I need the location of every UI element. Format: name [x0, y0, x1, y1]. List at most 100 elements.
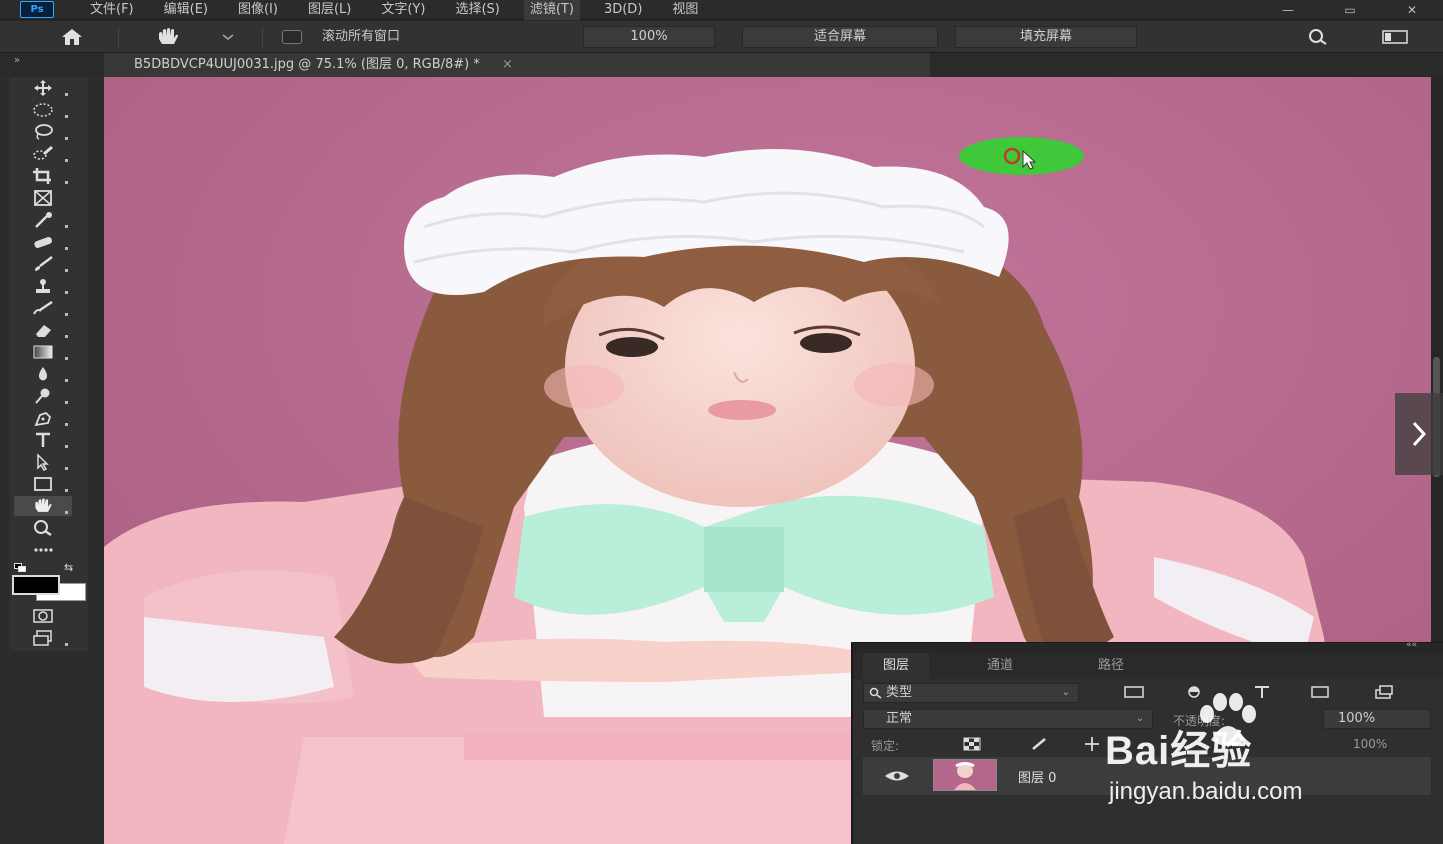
layer-filter-value: 类型 [886, 685, 913, 700]
hand-icon [159, 28, 178, 44]
smart-object-filter-icon[interactable] [1373, 685, 1395, 699]
hand-icon [35, 498, 52, 512]
scroll-all-checkbox[interactable] [282, 30, 302, 44]
workspace-button[interactable] [1370, 25, 1420, 49]
zoom-value-field[interactable]: 100% [583, 26, 715, 48]
tab-paths[interactable]: 路径 [1098, 653, 1124, 679]
blur-tool[interactable] [14, 364, 72, 384]
quick-selection-tool[interactable] [14, 144, 72, 164]
menu-file[interactable]: 文件(F) [90, 0, 134, 20]
lock-transparent-pixels-icon[interactable] [963, 737, 981, 751]
tab-channels[interactable]: 通道 [987, 653, 1013, 679]
lock-image-pixels-icon[interactable] [1029, 737, 1047, 751]
menu-bar: Ps 文件(F) 编辑(E) 图像(I) 图层(L) 文字(Y) 选择(S) 滤… [0, 0, 1443, 20]
type-tool[interactable] [14, 430, 72, 450]
eraser-tool[interactable] [14, 320, 72, 340]
marquee-tool[interactable] [14, 100, 72, 120]
search-icon [869, 687, 882, 699]
blend-mode-select[interactable]: 正常 ⌄ [863, 709, 1153, 729]
brush-tool[interactable] [14, 254, 72, 274]
menu-3d[interactable]: 3D(D) [604, 0, 642, 20]
scroll-all-label: 滚动所有窗口 [322, 29, 401, 44]
swap-colors-icon[interactable]: ⇆ [64, 561, 73, 574]
clone-stamp-tool[interactable] [14, 276, 72, 296]
layers-panel-tabs: 图层 通道 路径 [853, 653, 1443, 679]
move-icon [34, 80, 52, 96]
document-tab[interactable]: B5DBDVCP4UUJ0031.jpg @ 75.1% (图层 0, RGB/… [104, 53, 930, 77]
drop-icon [39, 367, 47, 381]
search-button[interactable] [1296, 25, 1340, 49]
zoom-icon [34, 520, 52, 537]
type-filter-icon[interactable] [1251, 685, 1273, 699]
eye-icon[interactable] [883, 769, 911, 783]
history-brush-icon [33, 300, 53, 315]
pen-icon [34, 411, 52, 427]
menu-edit[interactable]: 编辑(E) [164, 0, 208, 20]
hand-tool[interactable] [14, 496, 72, 516]
menu-image[interactable]: 图像(I) [238, 0, 278, 20]
opacity-field[interactable]: 100% [1323, 709, 1431, 729]
zoom-tool[interactable] [14, 518, 72, 538]
hand-tool-preset[interactable] [155, 25, 245, 49]
click-indicator [959, 137, 1084, 175]
document-tab-strip: » B5DBDVCP4UUJ0031.jpg @ 75.1% (图层 0, RG… [0, 53, 1443, 77]
crop-tool[interactable] [14, 166, 72, 186]
shape-filter-icon[interactable] [1309, 685, 1331, 699]
fill-screen-button[interactable]: 填充屏幕 [955, 26, 1137, 48]
move-tool[interactable] [14, 78, 72, 98]
rectangle-icon [34, 477, 52, 491]
crop-icon [33, 168, 51, 184]
layers-panel-header: «« [853, 640, 1443, 653]
layer-filter-select[interactable]: 类型 ⌄ [863, 683, 1079, 703]
fit-screen-button[interactable]: 适合屏幕 [742, 26, 938, 48]
screen-mode-button[interactable] [14, 628, 72, 648]
panel-collapse-button[interactable]: «« [1406, 640, 1417, 650]
path-selection-tool[interactable] [14, 452, 72, 472]
menu-select[interactable]: 选择(S) [455, 0, 499, 20]
layer-row[interactable]: 图层 0 [863, 757, 1431, 795]
lock-position-icon[interactable] [1083, 737, 1101, 751]
eraser-icon [36, 325, 51, 337]
options-bar: 滚动所有窗口 100% 适合屏幕 填充屏幕 [0, 21, 1443, 53]
quick-mask-button[interactable] [14, 606, 72, 626]
default-colors-icon[interactable] [14, 563, 28, 573]
bandage-icon [34, 236, 52, 248]
menu-view[interactable]: 视图 [672, 0, 698, 20]
restore-button[interactable]: ▭ [1319, 0, 1381, 20]
chevron-down-icon: ⌄ [1061, 687, 1070, 698]
tools-panel: ⇆ [0, 77, 104, 844]
menu-layer[interactable]: 图层(L) [308, 0, 351, 20]
menu-type[interactable]: 文字(Y) [381, 0, 425, 20]
minimize-button[interactable]: — [1257, 0, 1319, 20]
gradient-tool[interactable] [14, 342, 72, 362]
chevron-right-icon [1412, 421, 1427, 447]
adjustment-filter-icon[interactable] [1183, 685, 1205, 699]
menu-filter[interactable]: 滤镜(T) [523, 0, 580, 20]
healing-brush-tool[interactable] [14, 232, 72, 252]
lasso-tool[interactable] [14, 122, 72, 142]
quick-mask-icon [33, 609, 53, 623]
elliptical-marquee-icon [33, 103, 53, 117]
history-brush-tool[interactable] [14, 298, 72, 318]
lock-label: 锁定: [871, 739, 900, 753]
workspace-icon [1382, 30, 1408, 44]
dodge-tool[interactable] [14, 386, 72, 406]
next-image-button[interactable] [1395, 393, 1443, 475]
tab-layers[interactable]: 图层 [863, 653, 930, 679]
document-tab-close[interactable]: × [502, 57, 513, 72]
eyedropper-tool[interactable] [14, 210, 72, 230]
fill-value[interactable]: 100% [1353, 737, 1387, 751]
chevron-down-icon [222, 34, 234, 40]
frame-tool[interactable] [14, 188, 72, 208]
home-button[interactable] [50, 25, 94, 49]
foreground-color-swatch[interactable] [12, 575, 60, 595]
layer-name[interactable]: 图层 0 [1018, 767, 1056, 786]
image-filter-icon[interactable] [1123, 685, 1145, 699]
edit-toolbar-button[interactable] [14, 540, 72, 560]
zoom-cursor-icon [1003, 147, 1037, 170]
panel-collapse-icon[interactable]: » [14, 55, 20, 66]
layers-panel: «« 图层 通道 路径 类型 ⌄ 正常 ⌄ 不透明度: 100% 锁定: 100… [851, 640, 1443, 844]
close-button[interactable]: ✕ [1381, 0, 1443, 20]
rectangle-tool[interactable] [14, 474, 72, 494]
pen-tool[interactable] [14, 408, 72, 428]
